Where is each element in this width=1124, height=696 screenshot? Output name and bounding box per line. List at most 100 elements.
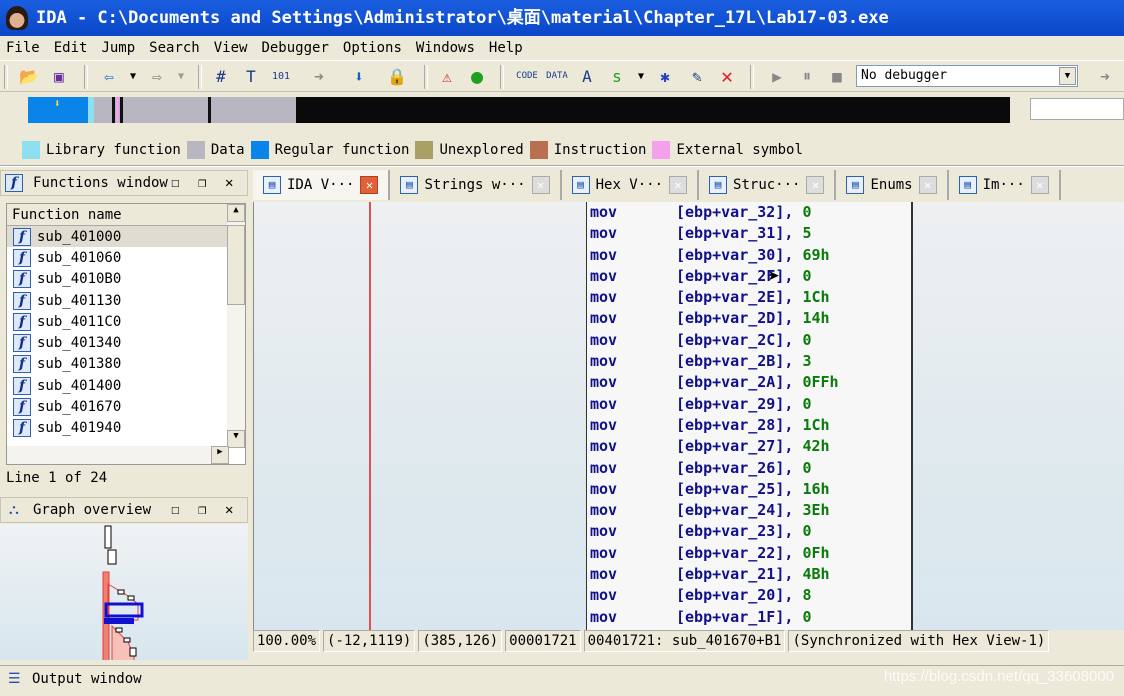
close-tab-icon[interactable]: ✕ <box>669 176 688 194</box>
function-list-item[interactable]: f sub_401380 <box>7 354 229 375</box>
restore-icon[interactable]: ❐ <box>198 498 206 522</box>
code-line[interactable]: mov [ebp+var_2B], 3 <box>587 351 911 372</box>
nav-address-input[interactable] <box>1030 98 1124 120</box>
lock-icon[interactable]: 🔒 <box>386 65 408 87</box>
code-line[interactable]: mov [ebp+var_2D], 14h <box>587 308 911 329</box>
create-string-icon[interactable]: s <box>606 65 628 87</box>
column-header-function-name[interactable]: Function name <box>7 204 229 226</box>
close-icon[interactable]: ✕ <box>225 498 233 522</box>
close-icon[interactable]: ✕ <box>225 171 233 195</box>
attach-icon[interactable]: ➜ <box>1094 65 1116 87</box>
tab-enums[interactable]: ▤ Enums ✕ <box>836 170 949 200</box>
code-line[interactable]: mov [ebp+var_2F], 0 <box>587 266 911 287</box>
scroll-thumb[interactable] <box>227 225 245 305</box>
menu-windows[interactable]: Windows <box>416 36 475 60</box>
close-tab-icon[interactable]: ✕ <box>806 176 825 194</box>
code-line[interactable]: mov [ebp+var_28], 1Ch <box>587 415 911 436</box>
code-line[interactable]: mov [ebp+var_2C], 0 <box>587 330 911 351</box>
code-line[interactable]: mov [ebp+var_2E], 1Ch <box>587 287 911 308</box>
code-line[interactable]: mov [ebp+var_31], 5 <box>587 223 911 244</box>
function-icon: f <box>13 398 31 417</box>
back-dropdown-icon[interactable]: ▼ <box>122 65 144 87</box>
menu-view[interactable]: View <box>214 36 248 60</box>
menu-debugger[interactable]: Debugger <box>261 36 328 60</box>
search-next-icon[interactable]: ➜ <box>308 65 330 87</box>
function-list-item[interactable]: f sub_401340 <box>7 332 229 353</box>
scroll-right-icon[interactable]: ▶ <box>211 446 229 464</box>
function-list-item[interactable]: f sub_4011C0 <box>7 311 229 332</box>
code-line[interactable]: mov [ebp+var_22], 0Fh <box>587 543 911 564</box>
forward-icon[interactable]: ⇨ <box>146 65 168 87</box>
tab-strings[interactable]: ▤ Strings w··· ✕ <box>390 170 562 200</box>
search-binary-icon[interactable]: # <box>210 65 232 87</box>
function-list-item[interactable]: f sub_401060 <box>7 247 229 268</box>
restore-icon[interactable]: ❐ <box>198 171 206 195</box>
code-line[interactable]: mov [ebp+var_1F], 0 <box>587 607 911 628</box>
scroll-down-icon[interactable]: ▼ <box>227 430 245 448</box>
close-tab-icon[interactable]: ✕ <box>360 176 379 194</box>
code-line[interactable]: mov [ebp+var_29], 0 <box>587 394 911 415</box>
graph-overview-canvas[interactable] <box>0 524 248 677</box>
function-list-item[interactable]: f sub_401400 <box>7 375 229 396</box>
output-window-title: Output window <box>32 671 142 687</box>
close-tab-icon[interactable]: ✕ <box>531 176 550 194</box>
tab-struct[interactable]: ▤ Struc··· ✕ <box>699 170 837 200</box>
create-code-icon[interactable]: CODE <box>516 65 538 87</box>
green-circle-icon[interactable]: ● <box>466 64 488 88</box>
function-list-item[interactable]: f sub_401000 <box>7 226 229 248</box>
create-array-icon[interactable]: ✱ <box>654 65 676 87</box>
warning-icon[interactable]: ⚠ <box>436 65 458 87</box>
jump-down-icon[interactable]: ⬇ <box>348 65 370 87</box>
undefine-icon[interactable]: ✕ <box>716 64 738 88</box>
forward-dropdown-icon[interactable]: ▼ <box>170 65 192 87</box>
code-line[interactable]: mov [ebp+var_26], 0 <box>587 458 911 479</box>
save-icon[interactable]: ▣ <box>48 65 70 87</box>
close-tab-icon[interactable]: ✕ <box>1030 176 1049 194</box>
code-line[interactable]: mov [ebp+var_21], 4Bh <box>587 564 911 585</box>
code-line[interactable]: mov [ebp+var_20], 8 <box>587 585 911 606</box>
tab-hex[interactable]: ▤ Hex V··· ✕ <box>562 170 700 200</box>
maximize-icon[interactable]: ☐ <box>171 498 179 522</box>
play-icon[interactable]: ▶ <box>766 65 788 87</box>
code-line[interactable]: mov [ebp+var_23], 0 <box>587 521 911 542</box>
code-line[interactable]: mov [ebp+var_27], 42h <box>587 436 911 457</box>
function-list-item[interactable]: f sub_401940 <box>7 418 229 439</box>
function-list-item[interactable]: f sub_401130 <box>7 290 229 311</box>
scroll-up-icon[interactable]: ▲ <box>227 204 245 222</box>
ida-view-disassembly[interactable]: mov [ebp+var_32], 0 mov [ebp+var_31], 5 mov [… <box>253 202 1124 630</box>
code-line[interactable]: mov [ebp+var_30], 69h <box>587 245 911 266</box>
menu-file[interactable]: File <box>6 36 40 60</box>
navigation-band[interactable]: ⬇ <box>28 97 1010 123</box>
chevron-down-icon[interactable]: ▼ <box>1059 67 1076 85</box>
back-icon[interactable]: ⇦ <box>98 65 120 87</box>
function-list-item[interactable]: f sub_4010B0 <box>7 269 229 290</box>
tab-ida-view[interactable]: ▤ IDA V··· ✕ <box>253 170 391 200</box>
open-icon[interactable]: 📂 <box>18 65 40 87</box>
horizontal-scrollbar[interactable]: ▶ <box>7 446 229 464</box>
menu-search[interactable]: Search <box>149 36 200 60</box>
search-text-icon[interactable]: T <box>240 65 262 87</box>
code-line[interactable]: mov [ebp+var_25], 16h <box>587 479 911 500</box>
maximize-icon[interactable]: ☐ <box>171 171 179 195</box>
code-block[interactable]: mov [ebp+var_32], 0 mov [ebp+var_31], 5 mov [… <box>586 202 913 630</box>
create-data-icon[interactable]: DATA <box>546 65 568 87</box>
code-line[interactable]: mov [ebp+var_32], 0 <box>587 202 911 223</box>
menu-edit[interactable]: Edit <box>54 36 88 60</box>
stop-icon[interactable]: ■ <box>826 65 848 87</box>
rename-icon[interactable]: ✎ <box>686 65 708 87</box>
close-tab-icon[interactable]: ✕ <box>918 176 937 194</box>
create-ascii-icon[interactable]: A <box>576 65 598 87</box>
string-dropdown-icon[interactable]: ▼ <box>630 65 652 87</box>
menu-options[interactable]: Options <box>343 36 402 60</box>
code-line[interactable]: mov [ebp+var_2A], 0FFh <box>587 372 911 393</box>
search-immediate-icon[interactable]: 101 <box>270 65 292 87</box>
menu-jump[interactable]: Jump <box>101 36 135 60</box>
function-name: sub_401130 <box>37 292 122 309</box>
code-line[interactable]: mov [ebp+var_24], 3Eh <box>587 500 911 521</box>
vertical-scrollbar[interactable]: ▲ ▼ <box>227 204 245 448</box>
menu-help[interactable]: Help <box>489 36 523 60</box>
pause-icon[interactable]: ⏸ <box>796 65 818 87</box>
function-list-item[interactable]: f sub_401670 <box>7 396 229 417</box>
debugger-select[interactable]: No debugger ▼ <box>856 65 1078 87</box>
tab-imports[interactable]: ▤ Im··· ✕ <box>949 170 1061 200</box>
